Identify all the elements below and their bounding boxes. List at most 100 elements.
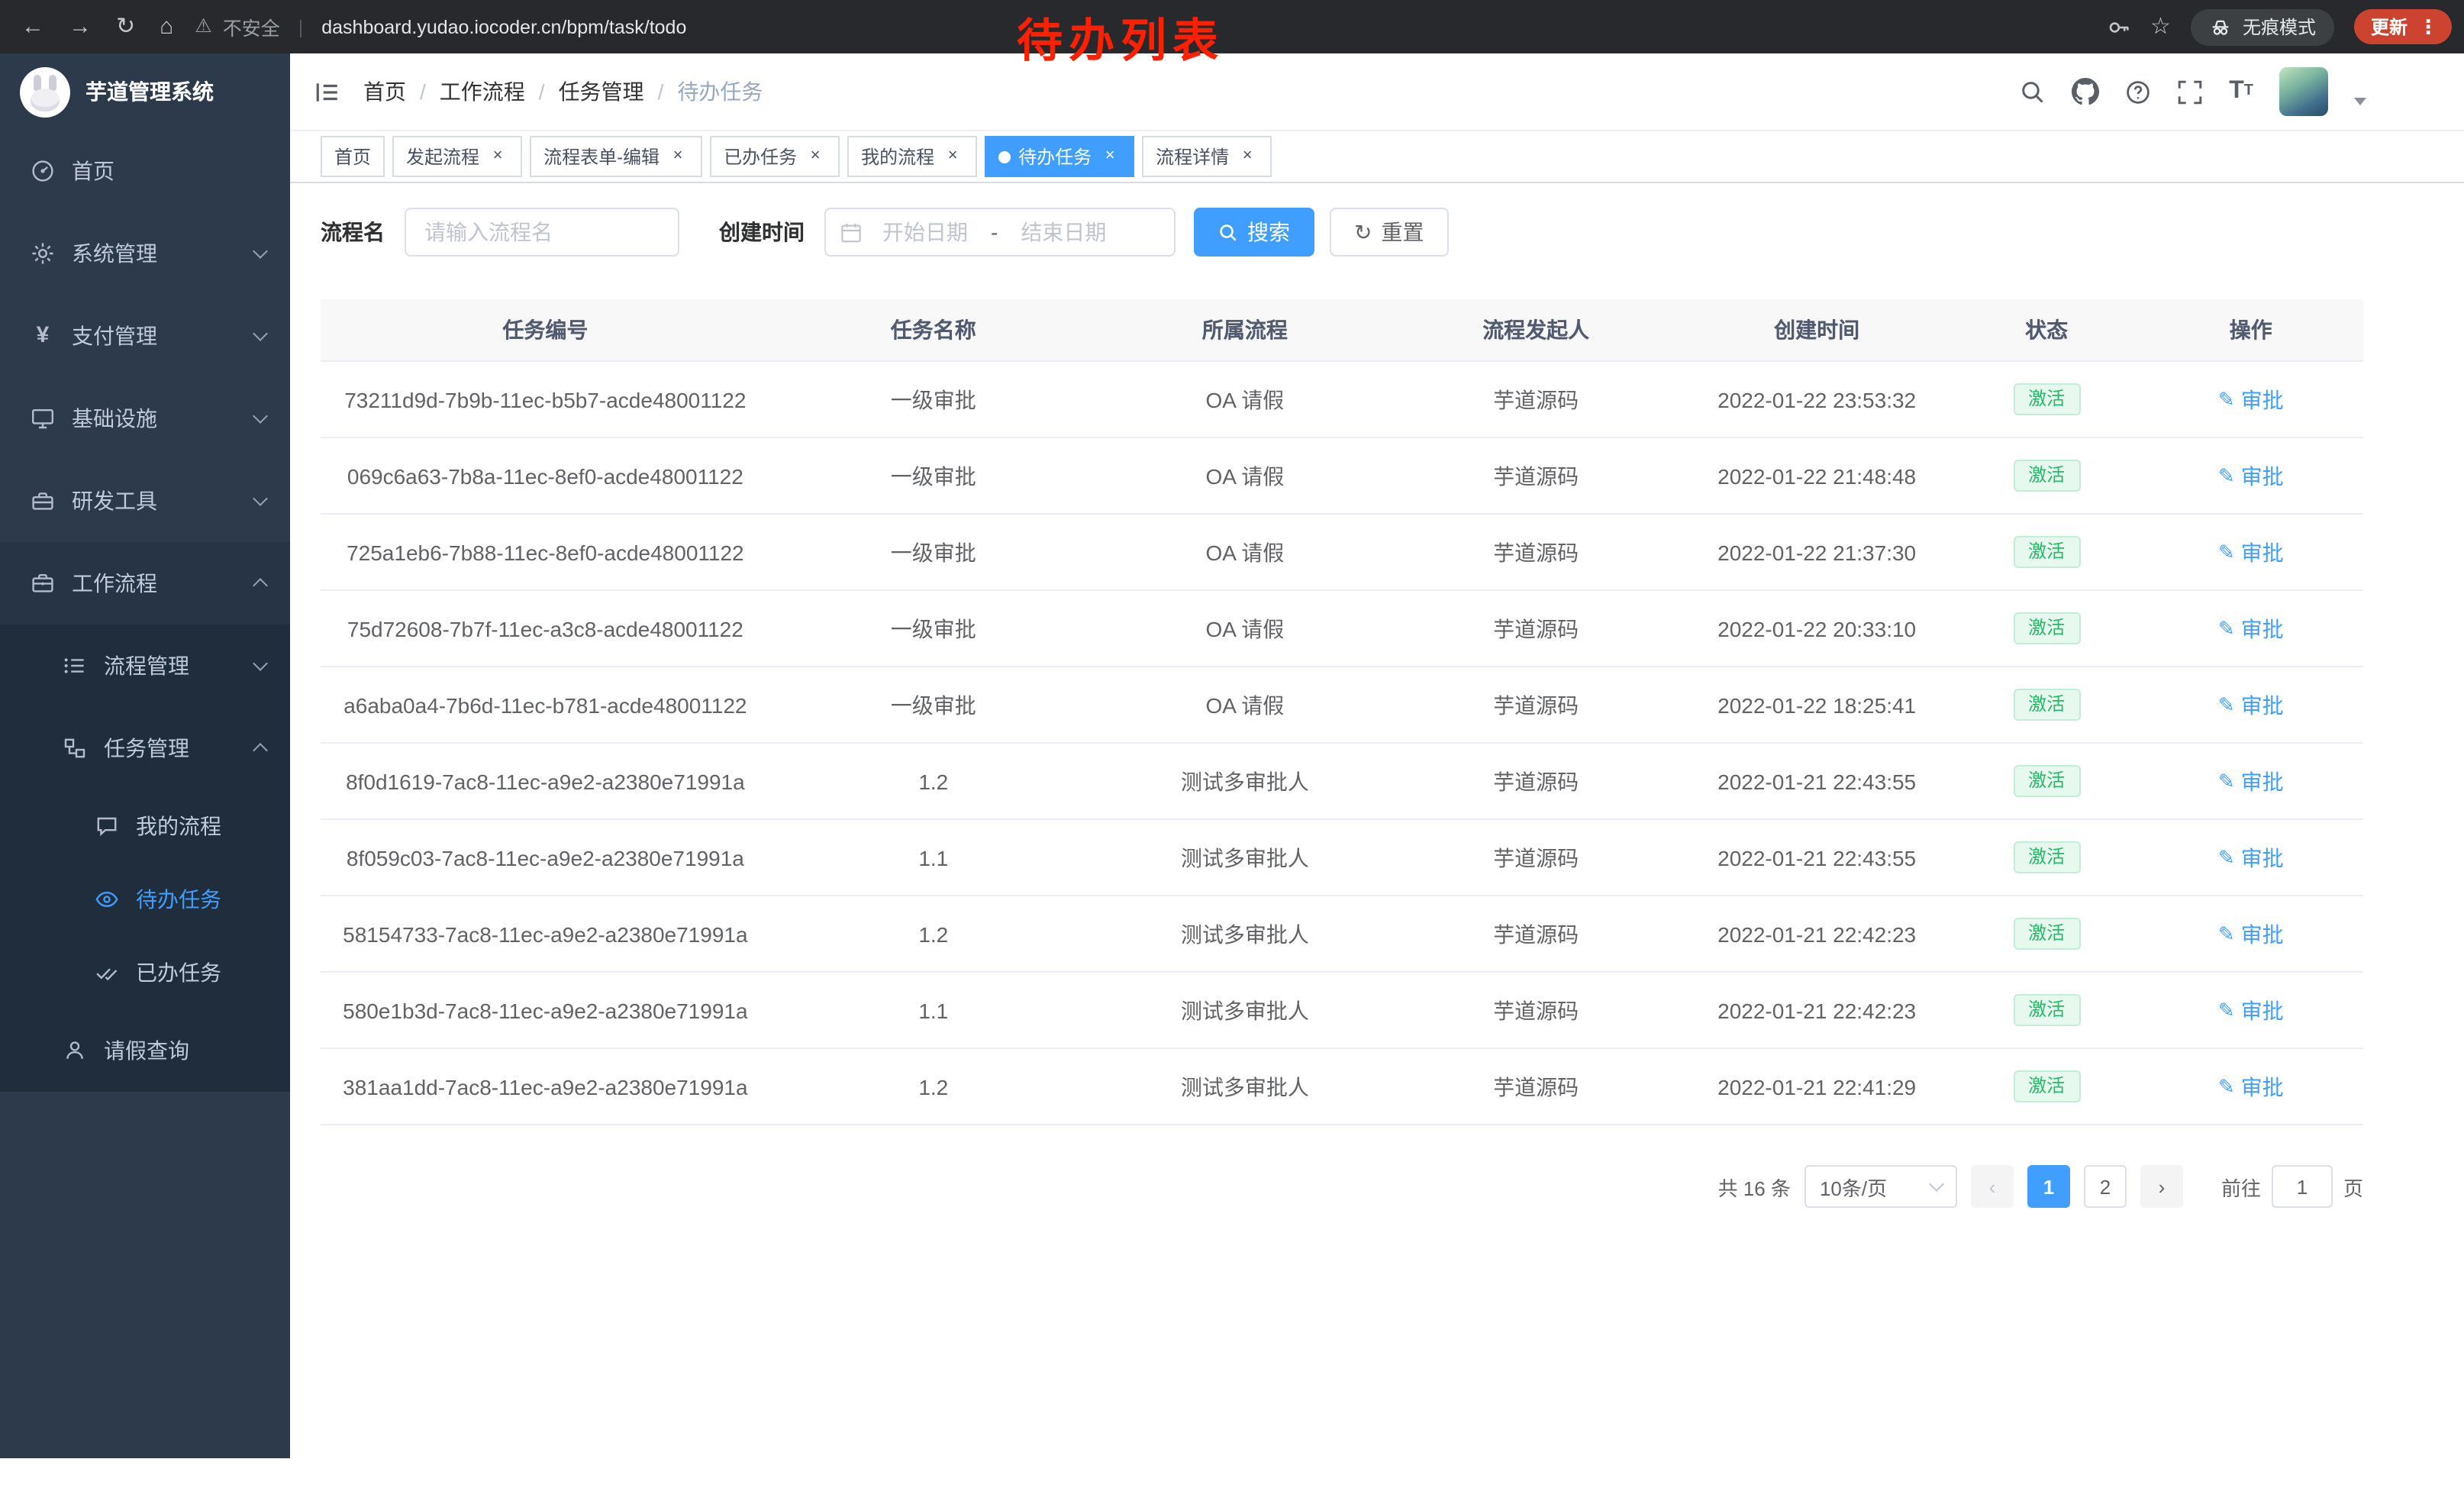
close-icon[interactable]: ×	[942, 146, 963, 167]
sidebar-item-payment[interactable]: ¥ 支付管理	[0, 295, 290, 377]
column-header-action: 操作	[2139, 299, 2363, 361]
sidebar-item-label: 待办任务	[136, 884, 266, 915]
end-date-input[interactable]	[1004, 220, 1123, 244]
chevron-down-icon	[253, 326, 268, 341]
home-icon[interactable]: ⌂	[160, 15, 173, 38]
close-icon[interactable]: ×	[487, 146, 508, 167]
tab-process-detail[interactable]: 流程详情 ×	[1142, 136, 1272, 177]
avatar[interactable]	[2279, 67, 2328, 116]
cell-task-id: 75d72608-7b7f-11ec-a3c8-acde48001122	[321, 590, 770, 667]
sidebar-item-my-process[interactable]: 我的流程	[0, 789, 290, 863]
pagination: 共 16 条 10条/页 ‹ 1 2 › 前往 页	[321, 1165, 2363, 1208]
approve-link[interactable]: ✎审批	[2218, 537, 2284, 567]
approve-link[interactable]: ✎审批	[2218, 689, 2284, 720]
user-icon	[63, 1038, 87, 1063]
close-icon[interactable]: ×	[1099, 146, 1121, 167]
breadcrumb-home[interactable]: 首页	[363, 76, 406, 107]
sidebar-item-devtools[interactable]: 研发工具	[0, 460, 290, 542]
status-badge: 激活	[2013, 536, 2080, 568]
approve-link[interactable]: ✎审批	[2218, 766, 2284, 796]
approve-link[interactable]: ✎审批	[2218, 842, 2284, 873]
logo-area[interactable]: 芋道管理系统	[0, 53, 290, 130]
cell-process: OA 请假	[1097, 514, 1393, 590]
screen: ← → ↻ ⌂ ⚠ 不安全 | dashboard.yudao.iocoder.…	[0, 0, 2464, 1501]
sidebar-item-task-mgmt[interactable]: 任务管理	[0, 707, 290, 789]
approve-link[interactable]: ✎审批	[2218, 1071, 2284, 1102]
tab-form-edit[interactable]: 流程表单-编辑 ×	[530, 136, 702, 177]
sidebar-item-workflow[interactable]: 工作流程	[0, 542, 290, 625]
next-page-button[interactable]: ›	[2140, 1165, 2183, 1208]
active-dot	[998, 150, 1011, 163]
sidebar-item-leave-query[interactable]: 请假查询	[0, 1009, 290, 1092]
date-range-picker[interactable]: -	[824, 208, 1176, 257]
tab-start-process[interactable]: 发起流程 ×	[392, 136, 522, 177]
approve-link[interactable]: ✎审批	[2218, 613, 2284, 644]
forward-icon[interactable]: →	[69, 15, 92, 38]
cell-process: OA 请假	[1097, 590, 1393, 667]
fullscreen-icon[interactable]	[2177, 79, 2203, 105]
caret-down-icon[interactable]	[2354, 97, 2366, 105]
cell-process: OA 请假	[1097, 667, 1393, 743]
close-icon[interactable]: ×	[805, 146, 826, 167]
cell-initiator: 芋道源码	[1393, 1048, 1679, 1125]
update-button[interactable]: 更新 ⋮	[2354, 9, 2452, 44]
tab-done-tasks[interactable]: 已办任务 ×	[710, 136, 840, 177]
sidebar-item-label: 系统管理	[72, 238, 255, 269]
close-icon[interactable]: ×	[1237, 146, 1258, 167]
close-icon[interactable]: ×	[667, 146, 689, 167]
reload-icon[interactable]: ↻	[116, 15, 135, 38]
briefcase-icon	[31, 571, 55, 596]
search-icon[interactable]	[2020, 79, 2046, 105]
browser-menu-icon[interactable]: ⋮	[2418, 17, 2438, 37]
sidebar-item-todo-tasks[interactable]: 待办任务	[0, 863, 290, 936]
sidebar-item-label: 我的流程	[136, 811, 266, 841]
sidebar-item-process-mgmt[interactable]: 流程管理	[0, 625, 290, 707]
page-size-select[interactable]: 10条/页	[1804, 1165, 1957, 1208]
sidebar-item-label: 已办任务	[136, 957, 266, 988]
approve-link[interactable]: ✎审批	[2218, 995, 2284, 1025]
tab-todo-tasks[interactable]: 待办任务 ×	[985, 136, 1134, 177]
sidebar-item-done-tasks[interactable]: 已办任务	[0, 936, 290, 1009]
approve-link[interactable]: ✎审批	[2218, 460, 2284, 491]
status-badge: 激活	[2013, 994, 2080, 1026]
hamburger-icon[interactable]	[314, 79, 340, 105]
sidebar-item-system[interactable]: 系统管理	[0, 212, 290, 295]
goto-input[interactable]	[2272, 1165, 2333, 1208]
chevron-down-icon	[253, 408, 268, 424]
process-name-input[interactable]	[405, 208, 679, 257]
prev-page-button[interactable]: ‹	[1971, 1165, 2014, 1208]
page-button-1[interactable]: 1	[2027, 1165, 2070, 1208]
cell-process: 测试多审批人	[1097, 972, 1393, 1048]
help-icon[interactable]	[2125, 79, 2151, 105]
reset-icon: ↻	[1354, 221, 1372, 243]
edit-icon: ✎	[2218, 769, 2235, 793]
page-size-value: 10条/页	[1820, 1172, 1887, 1201]
status-badge: 激活	[2013, 689, 2080, 721]
approve-link[interactable]: ✎审批	[2218, 384, 2284, 415]
key-icon[interactable]	[2106, 15, 2130, 39]
start-date-input[interactable]	[866, 220, 985, 244]
sidebar-item-infra[interactable]: 基础设施	[0, 377, 290, 460]
cell-initiator: 芋道源码	[1393, 896, 1679, 972]
font-size-icon[interactable]: TT	[2229, 79, 2253, 104]
cell-process: 测试多审批人	[1097, 896, 1393, 972]
sidebar-item-label: 基础设施	[72, 403, 255, 434]
star-icon[interactable]: ☆	[2150, 15, 2171, 38]
github-icon[interactable]	[2072, 78, 2099, 105]
search-button[interactable]: 搜索	[1194, 208, 1314, 257]
table-row: 069c6a63-7b8a-11ec-8ef0-acde48001122 一级审…	[321, 437, 2363, 514]
tab-label: 已办任务	[724, 144, 797, 169]
breadcrumb-task-mgmt[interactable]: 任务管理	[559, 76, 644, 107]
breadcrumb-workflow[interactable]: 工作流程	[440, 76, 525, 107]
reset-button[interactable]: ↻ 重置	[1330, 208, 1448, 257]
address-bar[interactable]: ⚠ 不安全 | dashboard.yudao.iocoder.cn/bpm/t…	[195, 12, 686, 41]
approve-link[interactable]: ✎审批	[2218, 918, 2284, 949]
back-icon[interactable]: ←	[21, 15, 44, 38]
tab-home[interactable]: 首页	[321, 136, 385, 177]
tab-my-process[interactable]: 我的流程 ×	[847, 136, 977, 177]
sidebar-item-home[interactable]: 首页	[0, 130, 290, 212]
cell-create-time: 2022-01-21 22:41:29	[1679, 1048, 1955, 1125]
page-button-2[interactable]: 2	[2084, 1165, 2127, 1208]
table-row: 8f059c03-7ac8-11ec-a9e2-a2380e71991a 1.1…	[321, 819, 2363, 896]
cell-task-name: 1.2	[770, 896, 1097, 972]
